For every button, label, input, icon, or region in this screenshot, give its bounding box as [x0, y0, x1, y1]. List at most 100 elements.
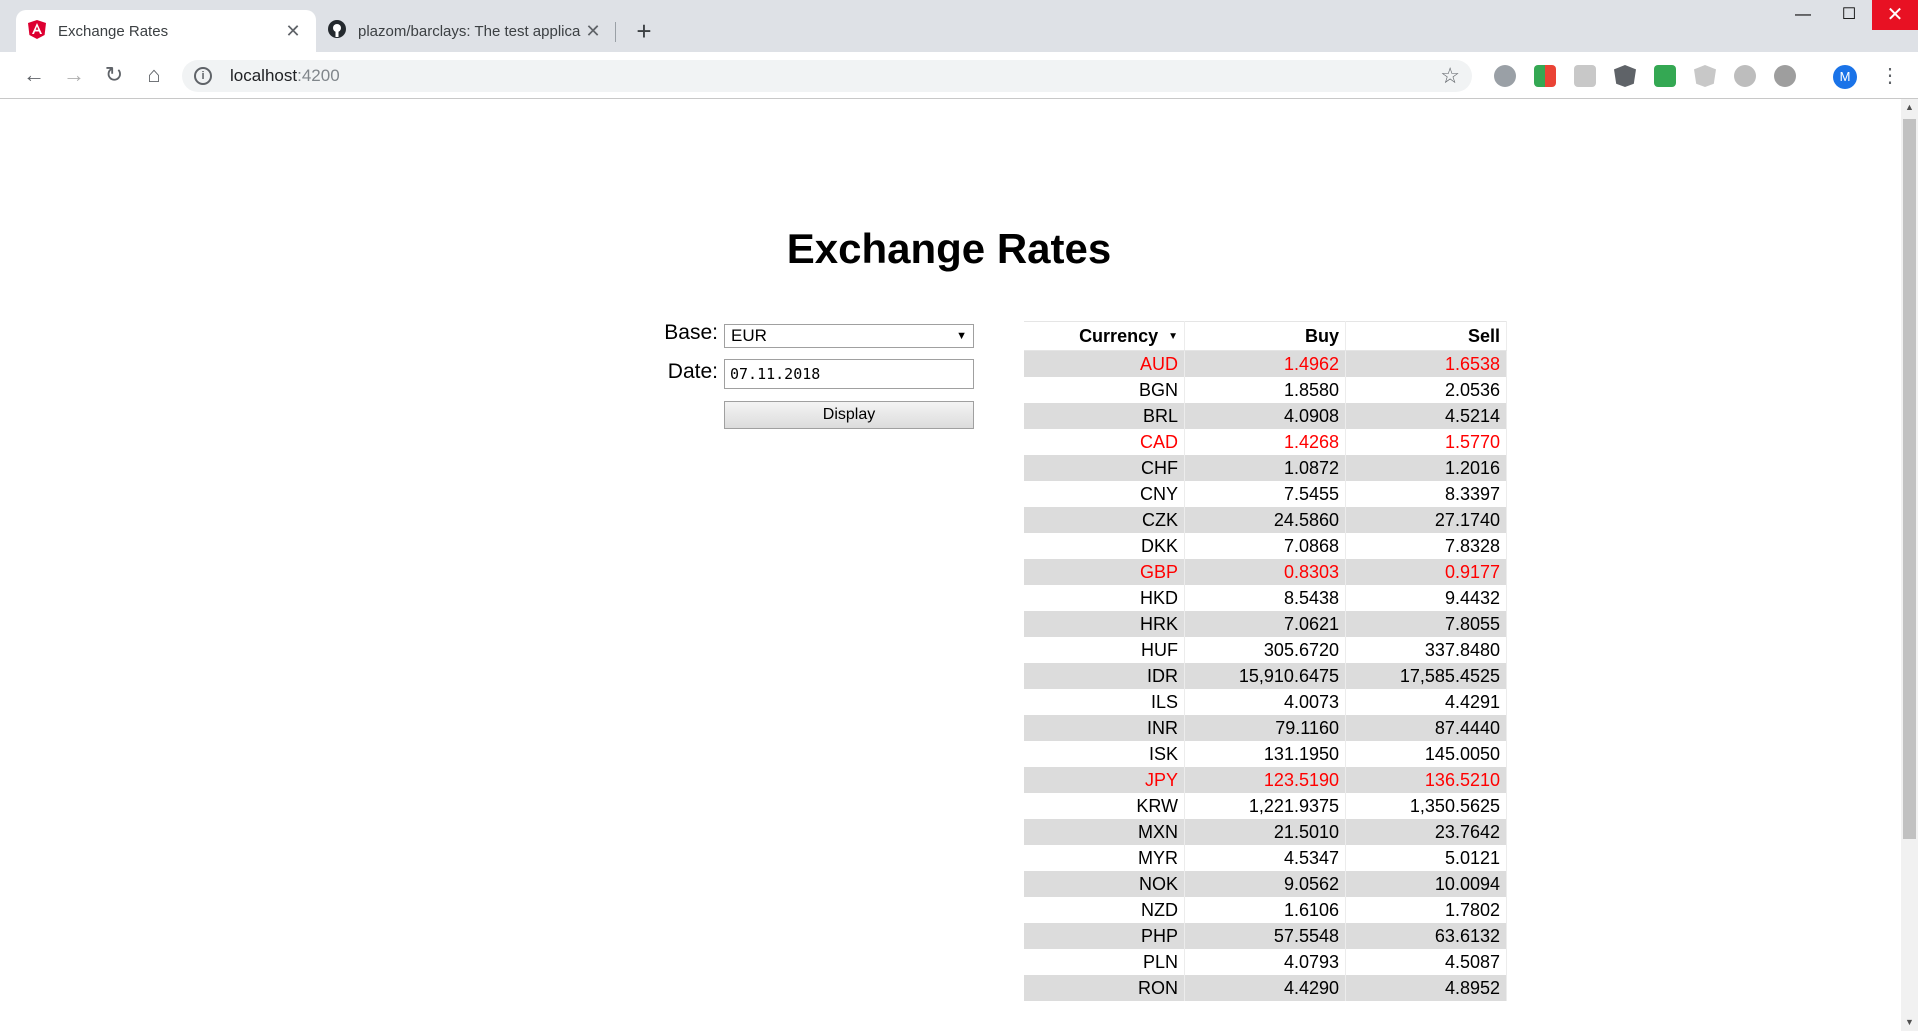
new-tab-button[interactable]: +	[630, 18, 658, 46]
table-row: CNY 7.5455 8.3397	[1024, 481, 1507, 507]
menu-icon[interactable]: ⋮	[1880, 62, 1900, 90]
adblock-icon[interactable]	[1494, 65, 1516, 87]
table-header-row: Currency ▼ Buy Sell	[1024, 321, 1507, 351]
extension-icon[interactable]	[1774, 65, 1796, 87]
url-port: :4200	[297, 66, 340, 85]
cell-currency: CNY	[1024, 481, 1185, 507]
cell-currency: MYR	[1024, 845, 1185, 871]
cell-sell: 63.6132	[1345, 923, 1507, 949]
buy-header[interactable]: Buy	[1184, 321, 1346, 351]
extension-new-icon[interactable]	[1654, 65, 1676, 87]
cell-sell: 1.2016	[1345, 455, 1507, 481]
table-row: JPY 123.5190 136.5210	[1024, 767, 1507, 793]
cell-sell: 136.5210	[1345, 767, 1507, 793]
cell-currency: BGN	[1024, 377, 1185, 403]
address-bar[interactable]: i localhost:4200 ☆	[182, 60, 1472, 92]
minimize-button[interactable]: —	[1780, 0, 1826, 30]
cell-currency: MXN	[1024, 819, 1185, 845]
cell-currency: NOK	[1024, 871, 1185, 897]
back-icon[interactable]: ←	[18, 59, 50, 91]
cell-sell: 4.5214	[1345, 403, 1507, 429]
extension-icon[interactable]	[1734, 65, 1756, 87]
info-icon[interactable]: i	[194, 67, 212, 85]
base-select-value: EUR	[731, 326, 767, 345]
table-row: MYR 4.5347 5.0121	[1024, 845, 1507, 871]
base-label: Base:	[664, 321, 718, 344]
rates-body: AUD 1.4962 1.6538 BGN 1.8580 2.0536 BRL 4.0908 4…	[1024, 350, 1507, 1001]
cell-sell: 27.1740	[1345, 507, 1507, 533]
currency-header[interactable]: Currency ▼	[1024, 321, 1185, 351]
table-row: INR 79.1160 87.4440	[1024, 715, 1507, 741]
table-row: DKK 7.0868 7.8328	[1024, 533, 1507, 559]
extension-icon[interactable]	[1694, 65, 1716, 87]
chevron-down-icon: ▼	[956, 330, 967, 342]
cell-currency: NZD	[1024, 897, 1185, 923]
star-icon[interactable]: ☆	[1440, 63, 1460, 89]
cell-sell: 2.0536	[1345, 377, 1507, 403]
cell-buy: 1.6106	[1184, 897, 1346, 923]
base-select[interactable]: EUR ▼	[724, 324, 974, 348]
tab-separator	[615, 22, 616, 42]
scrollbar[interactable]: ▲ ▼	[1901, 99, 1918, 1031]
cell-buy: 7.0868	[1184, 533, 1346, 559]
cell-currency: HRK	[1024, 611, 1185, 637]
cell-buy: 1.4962	[1184, 350, 1346, 377]
cell-buy: 123.5190	[1184, 767, 1346, 793]
page-content: Exchange Rates Base: EUR ▼ Date: 07.11.2…	[0, 99, 1918, 1031]
cell-currency: ISK	[1024, 741, 1185, 767]
table-row: NZD 1.6106 1.7802	[1024, 897, 1507, 923]
avatar[interactable]: M	[1833, 65, 1857, 89]
home-icon[interactable]: ⌂	[138, 59, 170, 91]
angular-devtools-icon[interactable]	[1614, 65, 1636, 87]
close-window-button[interactable]: ✕	[1872, 0, 1918, 30]
cell-currency: JPY	[1024, 767, 1185, 793]
table-row: CAD 1.4268 1.5770	[1024, 429, 1507, 455]
cell-buy: 1.0872	[1184, 455, 1346, 481]
cell-buy: 7.0621	[1184, 611, 1346, 637]
tab-title: Exchange Rates	[58, 22, 169, 40]
url-text: localhost:4200	[230, 66, 340, 86]
cell-buy: 15,910.6475	[1184, 663, 1346, 689]
cell-buy: 4.0793	[1184, 949, 1346, 975]
tab-exchange-rates[interactable]: Exchange Rates ✕	[16, 10, 316, 52]
tab-close-icon[interactable]: ✕	[582, 21, 604, 42]
sell-header[interactable]: Sell	[1345, 321, 1507, 351]
cell-sell: 7.8328	[1345, 533, 1507, 559]
extension-icon[interactable]	[1574, 65, 1596, 87]
cell-sell: 1.7802	[1345, 897, 1507, 923]
cell-buy: 9.0562	[1184, 871, 1346, 897]
scroll-thumb[interactable]	[1903, 119, 1916, 839]
reload-icon[interactable]: ↻	[98, 59, 130, 91]
table-row: ILS 4.0073 4.4291	[1024, 689, 1507, 715]
tab-title: plazom/barclays: The test applica	[358, 22, 581, 40]
cell-sell: 4.5087	[1345, 949, 1507, 975]
cell-currency: PLN	[1024, 949, 1185, 975]
cell-sell: 10.0094	[1345, 871, 1507, 897]
extension-icon[interactable]	[1534, 65, 1556, 87]
cell-currency: CZK	[1024, 507, 1185, 533]
date-input[interactable]: 07.11.2018	[724, 359, 974, 389]
cell-buy: 305.6720	[1184, 637, 1346, 663]
cell-currency: INR	[1024, 715, 1185, 741]
cell-buy: 4.0073	[1184, 689, 1346, 715]
cell-currency: CHF	[1024, 455, 1185, 481]
cell-sell: 5.0121	[1345, 845, 1507, 871]
cell-currency: CAD	[1024, 429, 1185, 455]
cell-buy: 79.1160	[1184, 715, 1346, 741]
table-row: NOK 9.0562 10.0094	[1024, 871, 1507, 897]
tab-github[interactable]: plazom/barclays: The test applica ✕	[316, 10, 616, 52]
page-title: Exchange Rates	[786, 225, 1112, 272]
cell-sell: 9.4432	[1345, 585, 1507, 611]
angular-icon	[28, 19, 46, 43]
scroll-down-icon[interactable]: ▼	[1901, 1014, 1918, 1031]
date-label: Date:	[667, 360, 718, 383]
display-button[interactable]: Display	[724, 401, 974, 429]
tab-close-icon[interactable]: ✕	[282, 21, 304, 42]
cell-sell: 4.8952	[1345, 975, 1507, 1001]
cell-sell: 0.9177	[1345, 559, 1507, 585]
maximize-button[interactable]: ☐	[1826, 0, 1872, 30]
scroll-up-icon[interactable]: ▲	[1901, 99, 1918, 116]
forward-icon[interactable]: →	[58, 59, 90, 91]
cell-sell: 87.4440	[1345, 715, 1507, 741]
cell-buy: 131.1950	[1184, 741, 1346, 767]
